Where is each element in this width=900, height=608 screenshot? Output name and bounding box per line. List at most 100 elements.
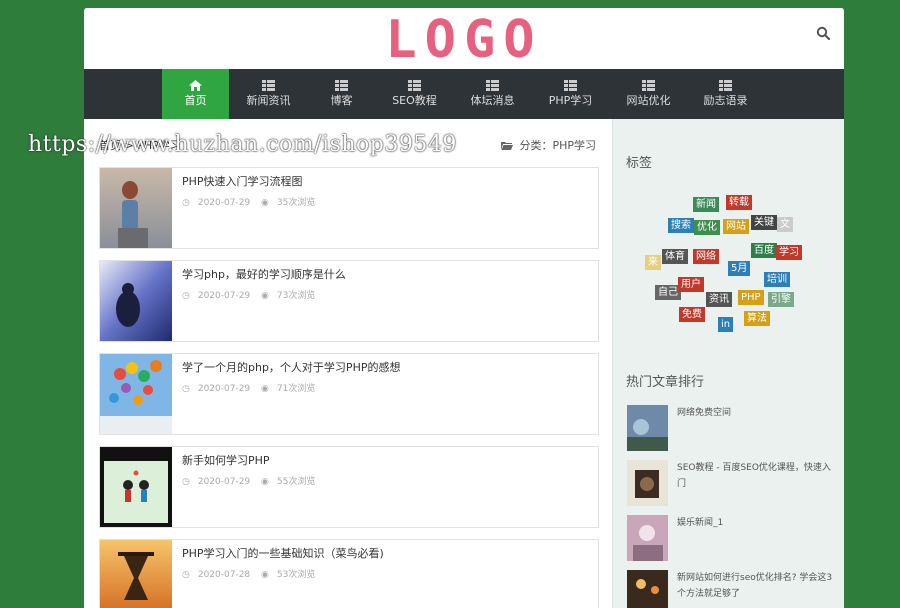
watermark-text: https://www.huzhan.com/ishop39549 xyxy=(28,132,457,157)
post-title[interactable]: 学了一个月的php，个人对于学习PHP的感想 xyxy=(182,359,400,375)
post-meta: ◷ 2020-07-29 ◉ 35次浏览 xyxy=(182,195,323,208)
eye-icon: ◉ xyxy=(261,477,269,487)
search-icon[interactable] xyxy=(816,26,830,40)
post-thumbnail[interactable] xyxy=(100,354,172,434)
post-item[interactable]: 学了一个月的php，个人对于学习PHP的感想 ◷ 2020-07-29 ◉ 71次浏… xyxy=(99,353,599,435)
eye-icon: ◉ xyxy=(261,384,269,394)
hot-article-title[interactable]: 娱乐新闻_1 xyxy=(677,515,837,531)
post-title[interactable]: PHP快速入门学习流程图 xyxy=(182,173,303,189)
tag[interactable]: 文 xyxy=(777,217,793,232)
tag[interactable]: 引擎 xyxy=(768,292,794,307)
post-item[interactable]: PHP学习入门的一些基础知识（菜鸟必看) ◷ 2020-07-28 ◉ 53次浏览 xyxy=(99,539,599,608)
tag[interactable]: in xyxy=(718,317,734,332)
nav-item-blog[interactable]: 博客 xyxy=(308,69,375,119)
post-views: 35次浏览 xyxy=(276,198,316,208)
post-date: 2020-07-29 xyxy=(197,291,251,301)
post-meta: ◷ 2020-07-28 ◉ 53次浏览 xyxy=(182,567,323,580)
nav-item-home[interactable]: 首页 xyxy=(162,69,229,119)
post-thumbnail[interactable] xyxy=(100,168,172,248)
post-item[interactable]: PHP快速入门学习流程图 ◷ 2020-07-29 ◉ 35次浏览 xyxy=(99,167,599,249)
post-date: 2020-07-29 xyxy=(197,477,251,487)
nav-label: PHP学习 xyxy=(548,94,593,107)
nav-item-optimize[interactable]: 网站优化 xyxy=(615,69,682,119)
category-label: 分类：PHP学习 xyxy=(501,137,596,153)
tag[interactable]: 5月 xyxy=(728,261,751,276)
nav-label: 新闻资讯 xyxy=(246,94,291,107)
hot-article-item[interactable]: SEO教程 - 百度SEO优化课程，快速入门 xyxy=(627,460,837,506)
post-date: 2020-07-28 xyxy=(197,570,251,580)
tag[interactable]: 搜索 xyxy=(668,218,694,233)
tag[interactable]: 关键 xyxy=(751,215,777,230)
clock-icon: ◷ xyxy=(182,384,190,394)
tags-heading: 标签 xyxy=(626,156,653,171)
nav-item-php[interactable]: PHP学习 xyxy=(537,69,604,119)
hot-article-thumbnail[interactable] xyxy=(627,460,668,506)
post-item[interactable]: 新手如何学习PHP ◷ 2020-07-29 ◉ 55次浏览 xyxy=(99,446,599,528)
clock-icon: ◷ xyxy=(182,291,190,301)
tag[interactable]: 网站 xyxy=(723,219,749,234)
post-title[interactable]: PHP学习入门的一些基础知识（菜鸟必看) xyxy=(182,545,384,561)
hot-article-item[interactable]: 新网站如何进行seo优化排名? 学会这3个方法就足够了 xyxy=(627,570,837,608)
tag[interactable]: 培训 xyxy=(764,272,790,287)
post-meta: ◷ 2020-07-29 ◉ 55次浏览 xyxy=(182,474,323,487)
list-icon xyxy=(262,80,275,91)
hot-article-thumbnail[interactable] xyxy=(627,515,668,561)
tag[interactable]: 转载 xyxy=(726,195,752,210)
tag[interactable]: PHP xyxy=(738,290,764,305)
nav-item-seo[interactable]: SEO教程 xyxy=(381,69,448,119)
clock-icon: ◷ xyxy=(182,198,190,208)
main-nav: 首页 新闻资讯 博客 SEO教程 体坛消息 PHP学习 网站优化 励志语录 xyxy=(84,69,844,119)
post-views: 73次浏览 xyxy=(276,291,316,301)
tag[interactable]: 体育 xyxy=(662,249,688,264)
tag[interactable]: 算法 xyxy=(744,311,770,326)
home-icon xyxy=(189,80,202,91)
hot-article-item[interactable]: 网络免费空间 xyxy=(627,405,837,451)
hot-article-title[interactable]: 新网站如何进行seo优化排名? 学会这3个方法就足够了 xyxy=(677,570,837,602)
nav-label: 博客 xyxy=(330,94,353,107)
post-title[interactable]: 学习php，最好的学习顺序是什么 xyxy=(182,266,346,282)
hot-article-item[interactable]: 娱乐新闻_1 xyxy=(627,515,837,561)
list-icon xyxy=(486,80,499,91)
post-item[interactable]: 学习php，最好的学习顺序是什么 ◷ 2020-07-29 ◉ 73次浏览 xyxy=(99,260,599,342)
eye-icon: ◉ xyxy=(261,570,269,580)
post-thumbnail[interactable] xyxy=(100,447,172,527)
nav-item-news[interactable]: 新闻资讯 xyxy=(235,69,302,119)
list-icon xyxy=(408,80,421,91)
eye-icon: ◉ xyxy=(261,291,269,301)
post-views: 71次浏览 xyxy=(276,384,316,394)
tag[interactable]: 优化 xyxy=(694,220,720,235)
post-meta: ◷ 2020-07-29 ◉ 71次浏览 xyxy=(182,381,323,394)
tag[interactable]: 来 xyxy=(645,255,661,270)
hot-article-thumbnail[interactable] xyxy=(627,570,668,608)
post-date: 2020-07-29 xyxy=(197,384,251,394)
hot-article-title[interactable]: 网络免费空间 xyxy=(677,405,837,421)
hot-articles-heading: 热门文章排行 xyxy=(626,375,705,390)
main-content: 首页 > PHP学习 分类：PHP学习 PHP快速入门学习流程图 ◷ 2020-0… xyxy=(84,119,612,608)
site-logo[interactable]: LOGO xyxy=(84,12,844,68)
post-views: 53次浏览 xyxy=(276,570,316,580)
post-title[interactable]: 新手如何学习PHP xyxy=(182,452,270,468)
tag[interactable]: 网络 xyxy=(693,249,719,264)
tag[interactable]: 用户 xyxy=(678,277,704,292)
nav-item-quotes[interactable]: 励志语录 xyxy=(692,69,759,119)
post-thumbnail[interactable] xyxy=(100,261,172,341)
hot-article-title[interactable]: SEO教程 - 百度SEO优化课程，快速入门 xyxy=(677,460,837,492)
list-icon xyxy=(335,80,348,91)
sidebar: 标签 新闻 转载 搜索 优化 网站 关键 文 百度 学习 来 体育 网络 5月 … xyxy=(612,119,844,608)
tag[interactable]: 新闻 xyxy=(693,197,719,212)
tag[interactable]: 学习 xyxy=(776,245,802,260)
folder-icon xyxy=(501,142,514,150)
nav-item-sports[interactable]: 体坛消息 xyxy=(459,69,526,119)
tag[interactable]: 百度 xyxy=(751,243,777,258)
tag[interactable]: 资讯 xyxy=(706,292,732,307)
eye-icon: ◉ xyxy=(261,198,269,208)
site-header: LOGO xyxy=(84,8,844,69)
tag-cloud: 新闻 转载 搜索 优化 网站 关键 文 百度 学习 来 体育 网络 5月 自己 … xyxy=(643,191,823,341)
hot-article-thumbnail[interactable] xyxy=(627,405,668,451)
nav-label: SEO教程 xyxy=(392,94,437,107)
tag[interactable]: 免费 xyxy=(679,307,705,322)
post-thumbnail[interactable] xyxy=(100,540,172,608)
nav-label: 励志语录 xyxy=(703,94,748,107)
post-meta: ◷ 2020-07-29 ◉ 73次浏览 xyxy=(182,288,323,301)
list-icon xyxy=(719,80,732,91)
